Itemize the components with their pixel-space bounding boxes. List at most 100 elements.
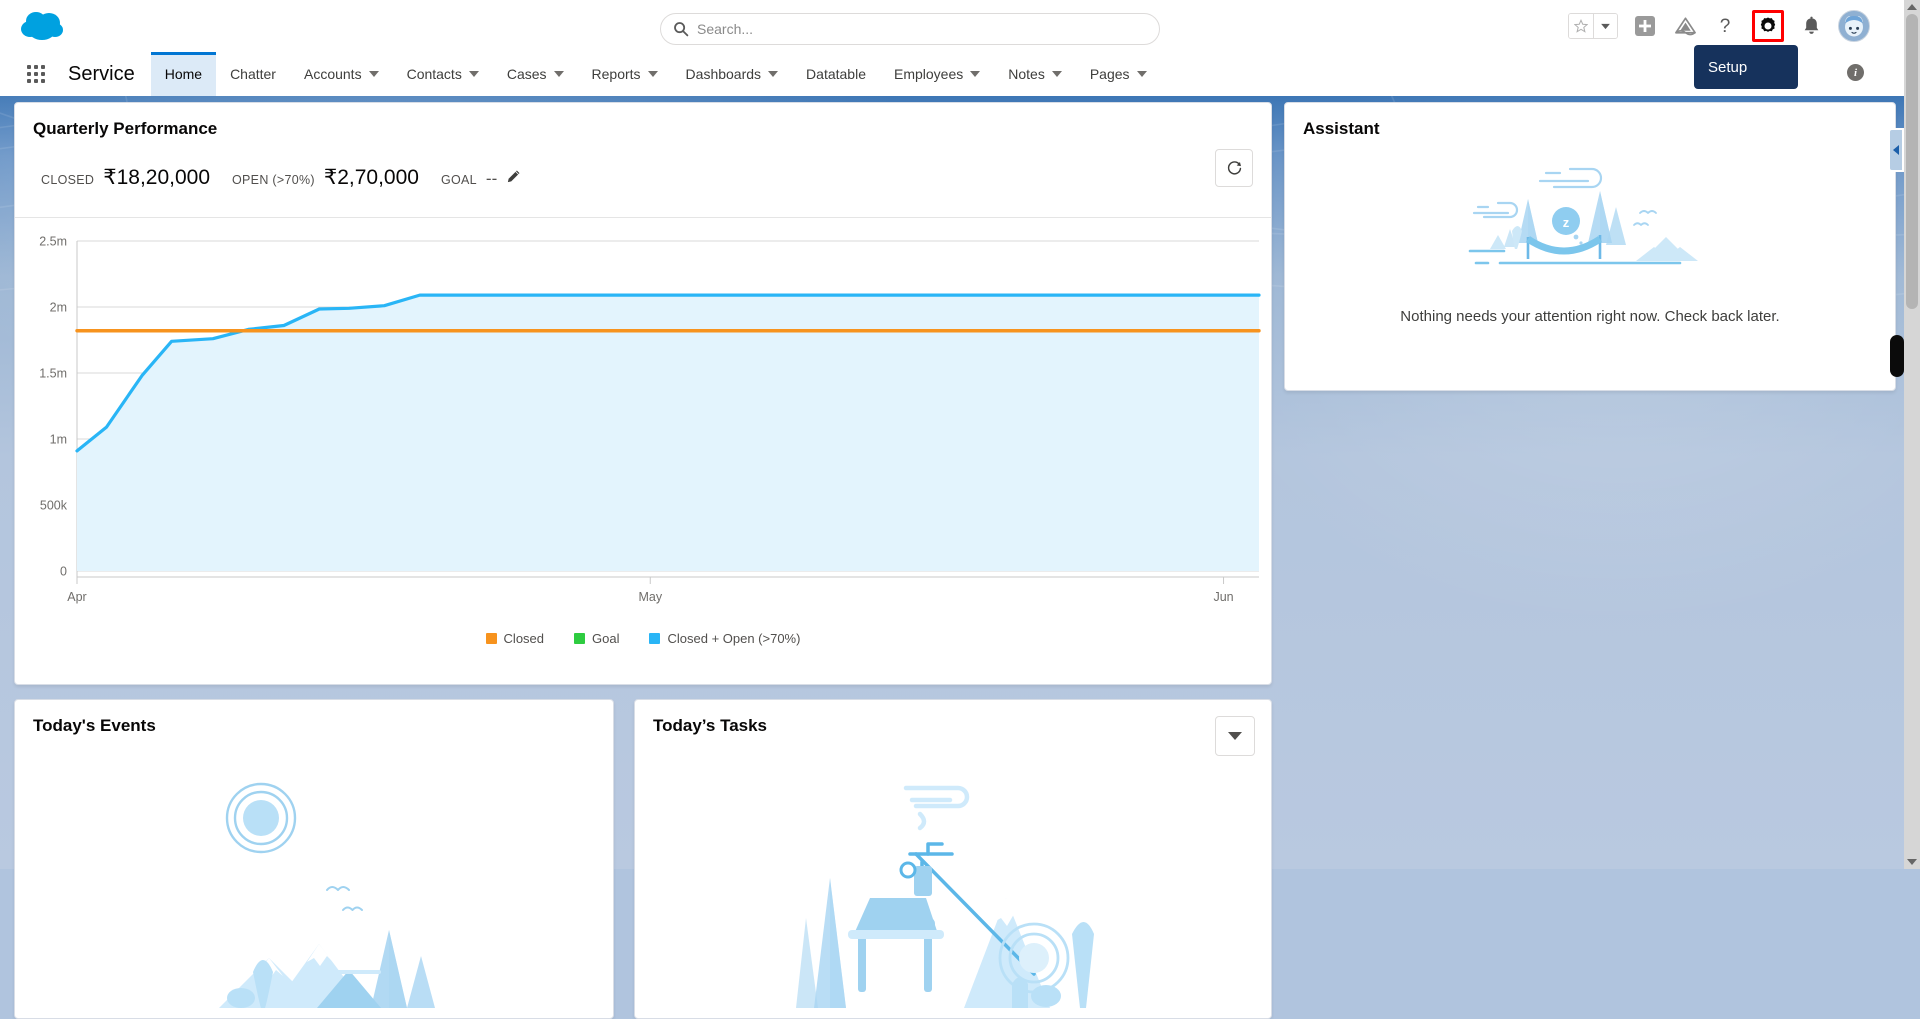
favorites-group[interactable] <box>1568 13 1618 39</box>
y-axis-tick-label: 2.5m <box>39 235 67 249</box>
trailhead-button[interactable] <box>1672 13 1698 39</box>
scroll-down-arrow-icon[interactable] <box>1907 859 1917 865</box>
legend-item-closed-open: Closed + Open (>70%) <box>649 631 800 646</box>
app-navigation-bar: Service Home Chatter Accounts Contacts Cases… <box>0 52 1920 96</box>
chevron-down-icon[interactable] <box>970 71 981 77</box>
setup-gear-icon <box>1760 17 1776 32</box>
nav-item-label: Notes <box>1008 66 1045 82</box>
metric-open: OPEN (>70%) ₹2,70,000 <box>232 165 419 190</box>
x-axis-tick-label: Apr <box>67 590 86 604</box>
svg-text:z: z <box>1563 215 1570 230</box>
legend-swatch-closed <box>485 633 497 644</box>
todays-events-card: Today's Events <box>14 699 614 1019</box>
setup-tooltip: Setup <box>1694 45 1798 89</box>
search-input[interactable] <box>697 15 1147 43</box>
nav-item-pages[interactable]: Pages <box>1076 52 1161 96</box>
assistant-empty-message: Nothing needs your attention right now. … <box>1400 308 1780 325</box>
chevron-down-icon[interactable] <box>368 71 379 77</box>
favorites-dropdown-icon <box>1601 23 1610 29</box>
nav-item-cases[interactable]: Cases <box>493 52 578 96</box>
refresh-button[interactable] <box>1215 149 1253 187</box>
app-name-label: Service <box>68 62 135 85</box>
help-button[interactable]: ? <box>1712 13 1738 39</box>
search-icon <box>674 22 689 37</box>
help-icon: ? <box>1720 16 1731 37</box>
chevron-down-icon[interactable] <box>468 71 479 77</box>
app-launcher-button[interactable] <box>14 52 58 96</box>
campsite-crane-illustration <box>796 785 1094 1008</box>
chevron-down-icon[interactable] <box>768 71 779 77</box>
metric-closed-label: CLOSED <box>41 173 95 187</box>
trailhead-icon <box>1674 17 1696 36</box>
info-icon[interactable]: i <box>1847 64 1864 81</box>
chevron-down-icon[interactable] <box>1051 71 1062 77</box>
notifications-bell-icon <box>1804 16 1818 34</box>
quarterly-metrics-row: CLOSED ₹18,20,000 OPEN (>70%) ₹2,70,000 … <box>15 139 1271 190</box>
nav-item-reports[interactable]: Reports <box>578 52 672 96</box>
astro-avatar-icon <box>1839 11 1869 41</box>
nav-item-dashboards[interactable]: Dashboards <box>672 52 793 96</box>
metric-goal: GOAL -- <box>441 169 521 189</box>
quarterly-performance-chart: 0 500k 1m 1.5m 2m 2.5m Apr May Jun <box>15 223 1271 623</box>
nav-item-employees[interactable]: Employees <box>880 52 994 96</box>
nav-items-list: Home Chatter Accounts Contacts Cases Reports D… <box>150 52 1161 96</box>
nav-item-label: Cases <box>506 66 547 82</box>
quarterly-performance-card: Quarterly Performance CLOSED ₹18,20,000 … <box>14 102 1272 685</box>
edit-goal-button[interactable] <box>506 169 521 184</box>
assistant-title: Assistant <box>1303 119 1380 138</box>
x-axis-tick-label: May <box>638 590 662 604</box>
app-launcher-waffle-icon <box>27 65 45 83</box>
y-axis-tick-label: 0 <box>60 565 67 579</box>
y-axis-tick-label: 2m <box>50 301 67 315</box>
chevron-down-icon <box>1228 732 1242 740</box>
todays-tasks-card: Today’s Tasks <box>634 699 1272 1019</box>
nav-item-accounts[interactable]: Accounts <box>290 52 393 96</box>
hammock-trees-illustration: z <box>1468 167 1698 265</box>
global-actions-button[interactable] <box>1632 13 1658 39</box>
user-avatar[interactable] <box>1838 10 1870 42</box>
metric-closed-value: ₹18,20,000 <box>103 166 211 189</box>
legend-label-goal: Goal <box>592 631 620 646</box>
svg-text:?: ? <box>1720 16 1731 37</box>
nav-item-home[interactable]: Home <box>150 52 217 96</box>
collapse-right-panel-button[interactable] <box>1888 128 1904 172</box>
notifications-button[interactable] <box>1798 13 1824 39</box>
assistant-card: Assistant z Nothing needs your attention… <box>1284 102 1896 391</box>
y-axis-tick-label: 500k <box>40 499 68 513</box>
search-box[interactable] <box>660 13 1160 45</box>
favorites-star-button[interactable] <box>1569 14 1593 38</box>
chevron-down-icon[interactable] <box>1136 71 1147 77</box>
y-axis-tick-label: 1m <box>50 433 67 447</box>
nav-item-datatable[interactable]: Datatable <box>792 52 880 96</box>
legend-label-closed: Closed <box>503 631 545 646</box>
nav-item-chatter[interactable]: Chatter <box>216 52 290 96</box>
setup-gear-button[interactable] <box>1752 10 1784 42</box>
global-actions-plus-icon <box>1635 16 1655 36</box>
nav-item-label: Chatter <box>230 66 276 82</box>
page-scroll-thumb-secondary[interactable] <box>1890 335 1904 377</box>
legend-label-closed-open: Closed + Open (>70%) <box>667 631 801 646</box>
nav-item-label: Reports <box>591 66 641 82</box>
metric-closed: CLOSED ₹18,20,000 <box>41 165 210 190</box>
legend-swatch-closed-open <box>649 633 661 644</box>
salesforce-cloud-logo <box>21 12 63 40</box>
x-axis-tick-label: Jun <box>1213 590 1233 604</box>
page-scrollbar[interactable] <box>1904 0 1920 869</box>
pencil-icon <box>508 170 520 183</box>
y-axis-tick-label: 1.5m <box>39 367 67 381</box>
todays-tasks-dropdown-button[interactable] <box>1215 716 1255 756</box>
nav-item-contacts[interactable]: Contacts <box>393 52 493 96</box>
legend-item-goal: Goal <box>574 631 619 646</box>
nav-item-notes[interactable]: Notes <box>994 52 1076 96</box>
metric-goal-value: -- <box>485 169 498 188</box>
page-scroll-thumb[interactable] <box>1906 14 1918 309</box>
global-search[interactable] <box>660 13 1160 45</box>
scroll-up-arrow-icon[interactable] <box>1907 4 1917 10</box>
chart-legend: Closed Goal Closed + Open (>70%) <box>15 631 1271 646</box>
nav-item-label: Accounts <box>303 66 362 82</box>
favorites-dropdown-button[interactable] <box>1593 14 1617 38</box>
quarterly-performance-title: Quarterly Performance <box>33 119 218 138</box>
chevron-down-icon[interactable] <box>553 71 564 77</box>
chevron-down-icon[interactable] <box>647 71 658 77</box>
collapse-panel-arrow-icon <box>1893 145 1899 155</box>
